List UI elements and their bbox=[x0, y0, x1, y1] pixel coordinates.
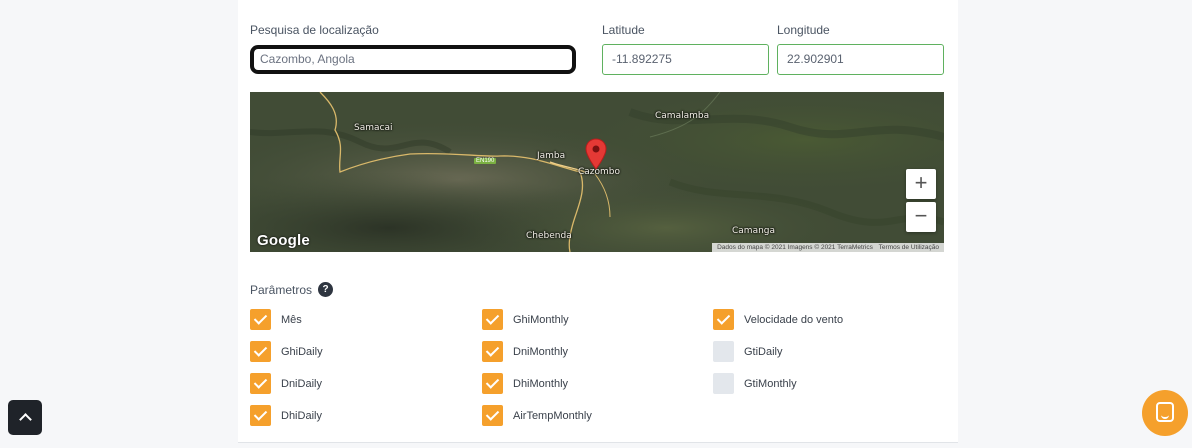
chat-widget-button[interactable] bbox=[1142, 390, 1188, 436]
param-checkbox-dhimonthly[interactable]: DhiMonthly bbox=[482, 373, 568, 394]
param-checkbox-ghimonthly[interactable]: GhiMonthly bbox=[482, 309, 569, 330]
parameters-title: Parâmetros bbox=[250, 283, 313, 297]
checkbox-checked-icon[interactable] bbox=[482, 373, 503, 394]
checkbox-unchecked-icon[interactable] bbox=[713, 341, 734, 362]
checkbox-unchecked-icon[interactable] bbox=[713, 373, 734, 394]
checkbox-checked-icon[interactable] bbox=[250, 341, 271, 362]
map-label-camanga: Camanga bbox=[732, 226, 776, 236]
param-label: DhiDaily bbox=[281, 409, 322, 422]
param-checkbox-dnidaily[interactable]: DniDaily bbox=[250, 373, 322, 394]
checkbox-checked-icon[interactable] bbox=[713, 309, 734, 330]
checkbox-checked-icon[interactable] bbox=[482, 341, 503, 362]
location-form-card: Pesquisa de localização Latitude Longitu… bbox=[238, 0, 958, 443]
checkbox-checked-icon[interactable] bbox=[482, 309, 503, 330]
scroll-to-top-button[interactable] bbox=[8, 400, 42, 435]
param-label: GtiDaily bbox=[744, 345, 783, 358]
checkbox-checked-icon[interactable] bbox=[482, 405, 503, 426]
map-label-chebenda: Chebenda bbox=[526, 231, 572, 241]
param-label: Mês bbox=[281, 313, 302, 326]
param-label: GhiDaily bbox=[281, 345, 323, 358]
checkbox-checked-icon[interactable] bbox=[250, 373, 271, 394]
location-search-input[interactable]: Cazombo, Angola bbox=[250, 45, 576, 74]
param-checkbox-ghidaily[interactable]: GhiDaily bbox=[250, 341, 323, 362]
longitude-input[interactable]: 22.902901 bbox=[777, 44, 944, 75]
param-checkbox-mes[interactable]: Mês bbox=[250, 309, 302, 330]
checkbox-checked-icon[interactable] bbox=[250, 405, 271, 426]
latitude-label: Latitude bbox=[602, 23, 645, 37]
search-label: Pesquisa de localização bbox=[250, 23, 379, 37]
param-checkbox-dhidaily[interactable]: DhiDaily bbox=[250, 405, 322, 426]
param-checkbox-velocidade-do-vento[interactable]: Velocidade do vento bbox=[713, 309, 843, 330]
help-icon[interactable]: ? bbox=[318, 282, 333, 297]
zoom-in-button[interactable]: + bbox=[906, 169, 936, 199]
param-label: DhiMonthly bbox=[513, 377, 569, 390]
param-label: AirTempMonthly bbox=[513, 409, 592, 422]
map-attribution: Dados do mapa © 2021 Imagens © 2021 Terr… bbox=[712, 243, 944, 252]
map-pin-icon[interactable] bbox=[585, 138, 607, 170]
longitude-label: Longitude bbox=[777, 23, 830, 37]
param-checkbox-airtempmonthly[interactable]: AirTempMonthly bbox=[482, 405, 592, 426]
latitude-input[interactable]: -11.892275 bbox=[602, 44, 769, 75]
map-label-camalamba: Camalamba bbox=[655, 111, 710, 121]
param-checkbox-gtimonthly[interactable]: GtiMonthly bbox=[713, 373, 797, 394]
param-checkbox-dnimonthly[interactable]: DniMonthly bbox=[482, 341, 568, 362]
param-label: DniDaily bbox=[281, 377, 322, 390]
param-label: DniMonthly bbox=[513, 345, 569, 358]
terms-link[interactable]: Termos de Utilização bbox=[877, 244, 941, 251]
param-label: GhiMonthly bbox=[513, 313, 569, 326]
zoom-out-button[interactable]: − bbox=[906, 202, 936, 232]
road-label-en190: EN190 bbox=[474, 158, 497, 164]
param-checkbox-gtidaily[interactable]: GtiDaily bbox=[713, 341, 783, 362]
chat-icon bbox=[1156, 402, 1174, 422]
map-data-credit: Dados do mapa © 2021 Imagens © 2021 Terr… bbox=[717, 244, 873, 251]
google-logo: Google bbox=[257, 232, 310, 249]
param-label: Velocidade do vento bbox=[744, 313, 844, 326]
map-label-samacai: Samacai bbox=[354, 123, 393, 133]
checkbox-checked-icon[interactable] bbox=[250, 309, 271, 330]
map-label-jamba: Jamba bbox=[537, 151, 566, 161]
satellite-map[interactable]: Samacai Camalamba Jamba Cazombo Chebenda… bbox=[250, 92, 944, 252]
param-label: GtiMonthly bbox=[744, 377, 797, 390]
